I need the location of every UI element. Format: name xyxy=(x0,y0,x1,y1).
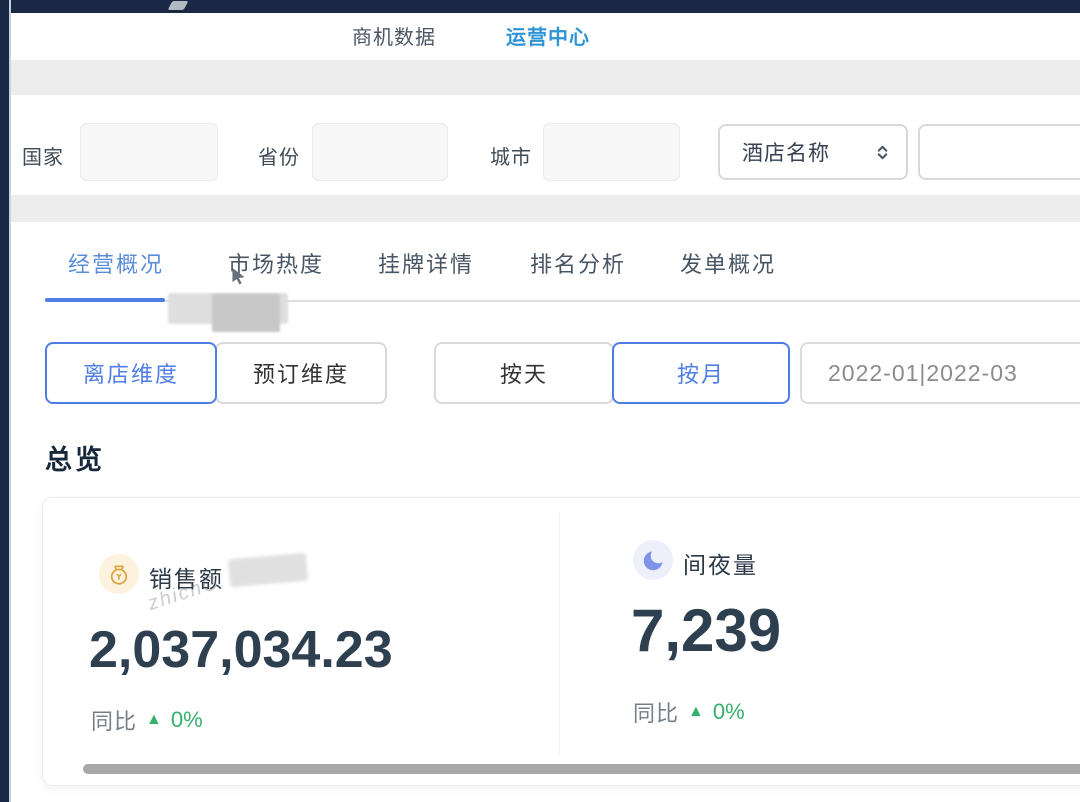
yoy-label: 同比 xyxy=(91,704,137,736)
blur-smudge xyxy=(212,294,280,332)
screen-frame-left xyxy=(0,0,9,802)
yoy-value: 0% xyxy=(171,707,203,733)
sales-yoy: 同比 ▲ 0% xyxy=(91,704,203,736)
tab-ranking-analysis[interactable]: 排名分析 xyxy=(530,247,626,279)
horizontal-scrollbar[interactable] xyxy=(83,764,1080,774)
nav-item-business-data[interactable]: 商机数据 xyxy=(352,21,436,50)
sales-value: 2,037,034.23 xyxy=(89,620,393,680)
moon-icon xyxy=(633,540,673,580)
date-range-picker[interactable]: 2022-01|2022-03 xyxy=(800,342,1080,404)
screen-frame-edge xyxy=(9,0,11,802)
city-label: 城市 xyxy=(490,141,532,170)
separator-band xyxy=(0,60,1080,95)
room-nights-value: 7,239 xyxy=(631,596,781,665)
hotel-name-select-value: 酒店名称 xyxy=(742,137,830,167)
by-month-button[interactable]: 按月 xyxy=(612,342,790,404)
yoy-label: 同比 xyxy=(633,696,679,728)
tab-listing-details[interactable]: 挂牌详情 xyxy=(378,247,474,279)
by-day-button[interactable]: 按天 xyxy=(434,342,614,404)
tab-business-overview[interactable]: 经营概况 xyxy=(68,247,164,279)
hotel-name-input[interactable] xyxy=(918,124,1080,180)
blur-smudge xyxy=(228,553,308,588)
mouse-cursor-icon xyxy=(231,268,246,285)
active-tab-underline xyxy=(45,298,165,302)
separator-band xyxy=(0,195,1080,222)
money-bag-icon xyxy=(99,554,139,594)
province-input[interactable] xyxy=(312,123,448,181)
booking-dimension-button[interactable]: 预订维度 xyxy=(215,342,387,404)
overview-section-title: 总览 xyxy=(45,438,105,477)
country-input[interactable] xyxy=(80,123,218,181)
tab-order-overview[interactable]: 发单概况 xyxy=(680,247,776,279)
operations-dashboard: 商机数据 运营中心 国家 省份 城市 酒店名称 经营概况 市场热度 挂牌详情 排… xyxy=(0,0,1080,802)
yoy-value: 0% xyxy=(713,699,745,725)
triangle-up-icon: ▲ xyxy=(688,704,704,720)
checkout-dimension-button[interactable]: 离店维度 xyxy=(45,342,217,404)
city-input[interactable] xyxy=(543,123,680,181)
country-label: 国家 xyxy=(22,141,64,170)
screen-frame-top xyxy=(0,0,1080,13)
room-nights-yoy: 同比 ▲ 0% xyxy=(633,696,745,728)
overview-card: 销售额 zhichG 2,037,034.23 同比 ▲ 0% 间夜量 7,23… xyxy=(42,497,1080,786)
hotel-name-select[interactable]: 酒店名称 xyxy=(718,124,908,180)
chevron-updown-icon xyxy=(875,143,890,162)
triangle-up-icon: ▲ xyxy=(146,712,162,728)
room-nights-label: 间夜量 xyxy=(683,546,758,580)
province-label: 省份 xyxy=(258,141,300,170)
nav-item-operations-center[interactable]: 运营中心 xyxy=(506,21,590,50)
date-range-value: 2022-01|2022-03 xyxy=(828,360,1018,387)
card-divider xyxy=(559,512,560,754)
